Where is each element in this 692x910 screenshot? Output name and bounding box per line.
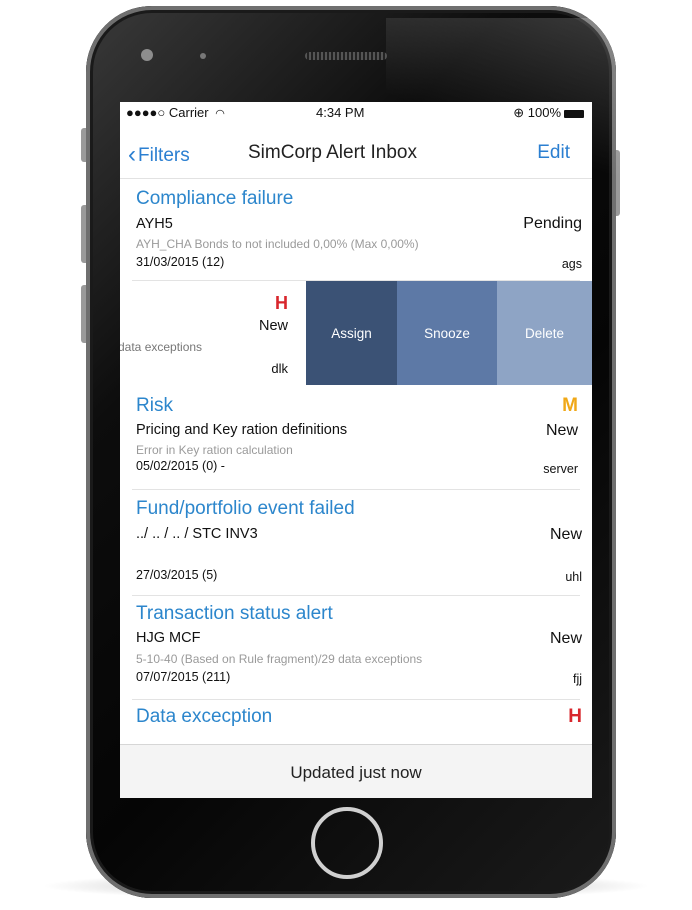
snooze-button[interactable]: Snooze — [397, 281, 497, 385]
alert-row[interactable]: Risk M Pricing and Key ration definition… — [120, 385, 592, 489]
alert-title: Data excecption — [136, 706, 273, 727]
alert-detail: Error in Key ration calculation — [136, 443, 293, 457]
sensor-icon — [200, 53, 206, 59]
alert-reference: AYH5 — [136, 216, 173, 232]
priority-badge: H — [568, 706, 582, 727]
alert-reference: HJG MCF — [136, 630, 201, 646]
alert-date: 05/02/2015 (0) - — [136, 459, 225, 473]
carrier-label: ●●●●○ Carrier ◠ — [126, 105, 225, 120]
clock: 4:34 PM — [316, 105, 365, 120]
edit-button[interactable]: Edit — [537, 142, 570, 164]
camera-icon — [141, 49, 153, 61]
alert-detail: AYH_CHA Bonds to not included 0,00% (Max… — [136, 237, 419, 251]
alert-row-swiped[interactable]: data exceptions H New dlk Assign Snooze … — [120, 281, 592, 385]
alert-title: Risk — [136, 395, 173, 416]
status-bar: ●●●●○ Carrier ◠ 4:34 PM ⊕ 100% — [120, 102, 592, 124]
alert-user: server — [543, 462, 578, 476]
alert-detail: 5-10-40 (Based on Rule fragment)/29 data… — [136, 652, 423, 666]
navigation-bar: ‹ Filters SimCorp Alert Inbox Edit — [120, 126, 592, 179]
alert-title: Fund/portfolio event failed — [136, 498, 355, 519]
alert-user: fjj — [572, 672, 582, 686]
alert-status: New — [549, 630, 582, 647]
footer-toolbar: Updated just now — [120, 744, 592, 798]
priority-badge: H — [275, 293, 288, 313]
alert-user: dlk — [271, 361, 288, 376]
alert-status: New — [549, 526, 582, 543]
updated-status: Updated just now — [290, 763, 422, 782]
alert-row[interactable]: Transaction status alert HJG MCF New 5-1… — [120, 596, 592, 698]
alert-title: Compliance failure — [136, 188, 294, 209]
wifi-icon: ◠ — [215, 108, 225, 120]
speaker-grille — [305, 52, 387, 60]
lock-rotation-icon: ⊕ — [513, 105, 525, 120]
alert-date: 27/03/2015 (5) — [136, 568, 218, 582]
alert-row[interactable]: Fund/portfolio event failed ../ .. / .. … — [120, 490, 592, 594]
app-screen: ●●●●○ Carrier ◠ 4:34 PM ⊕ 100% ‹ Filters … — [120, 102, 592, 798]
battery-icon — [564, 109, 584, 118]
page-title: SimCorp Alert Inbox — [248, 142, 417, 163]
alert-status: New — [545, 422, 578, 439]
back-button[interactable]: ‹ Filters — [128, 140, 190, 168]
alert-date: 07/07/2015 (211) — [136, 670, 231, 684]
alert-date: 31/03/2015 (12) — [136, 255, 225, 269]
chevron-left-icon: ‹ — [128, 141, 136, 168]
alert-user: ags — [561, 257, 582, 271]
battery-indicator: ⊕ 100% — [513, 105, 584, 121]
alert-user: uhl — [565, 570, 582, 584]
alert-reference: Pricing and Key ration definitions — [136, 422, 348, 438]
alert-status: Pending — [523, 215, 582, 232]
alert-title: Transaction status alert — [136, 603, 333, 624]
delete-button[interactable]: Delete — [497, 281, 592, 385]
alert-reference: ../ .. / .. / STC INV3 — [136, 526, 258, 542]
alert-detail: data exceptions — [120, 340, 203, 354]
alert-status: New — [258, 318, 288, 334]
assign-button[interactable]: Assign — [306, 281, 397, 385]
alert-row[interactable]: Compliance failure AYH5 Pending AYH_CHA … — [120, 182, 592, 280]
priority-badge: M — [562, 395, 578, 416]
alert-row[interactable]: Data excecption H — [120, 700, 592, 744]
home-button[interactable] — [311, 807, 383, 879]
